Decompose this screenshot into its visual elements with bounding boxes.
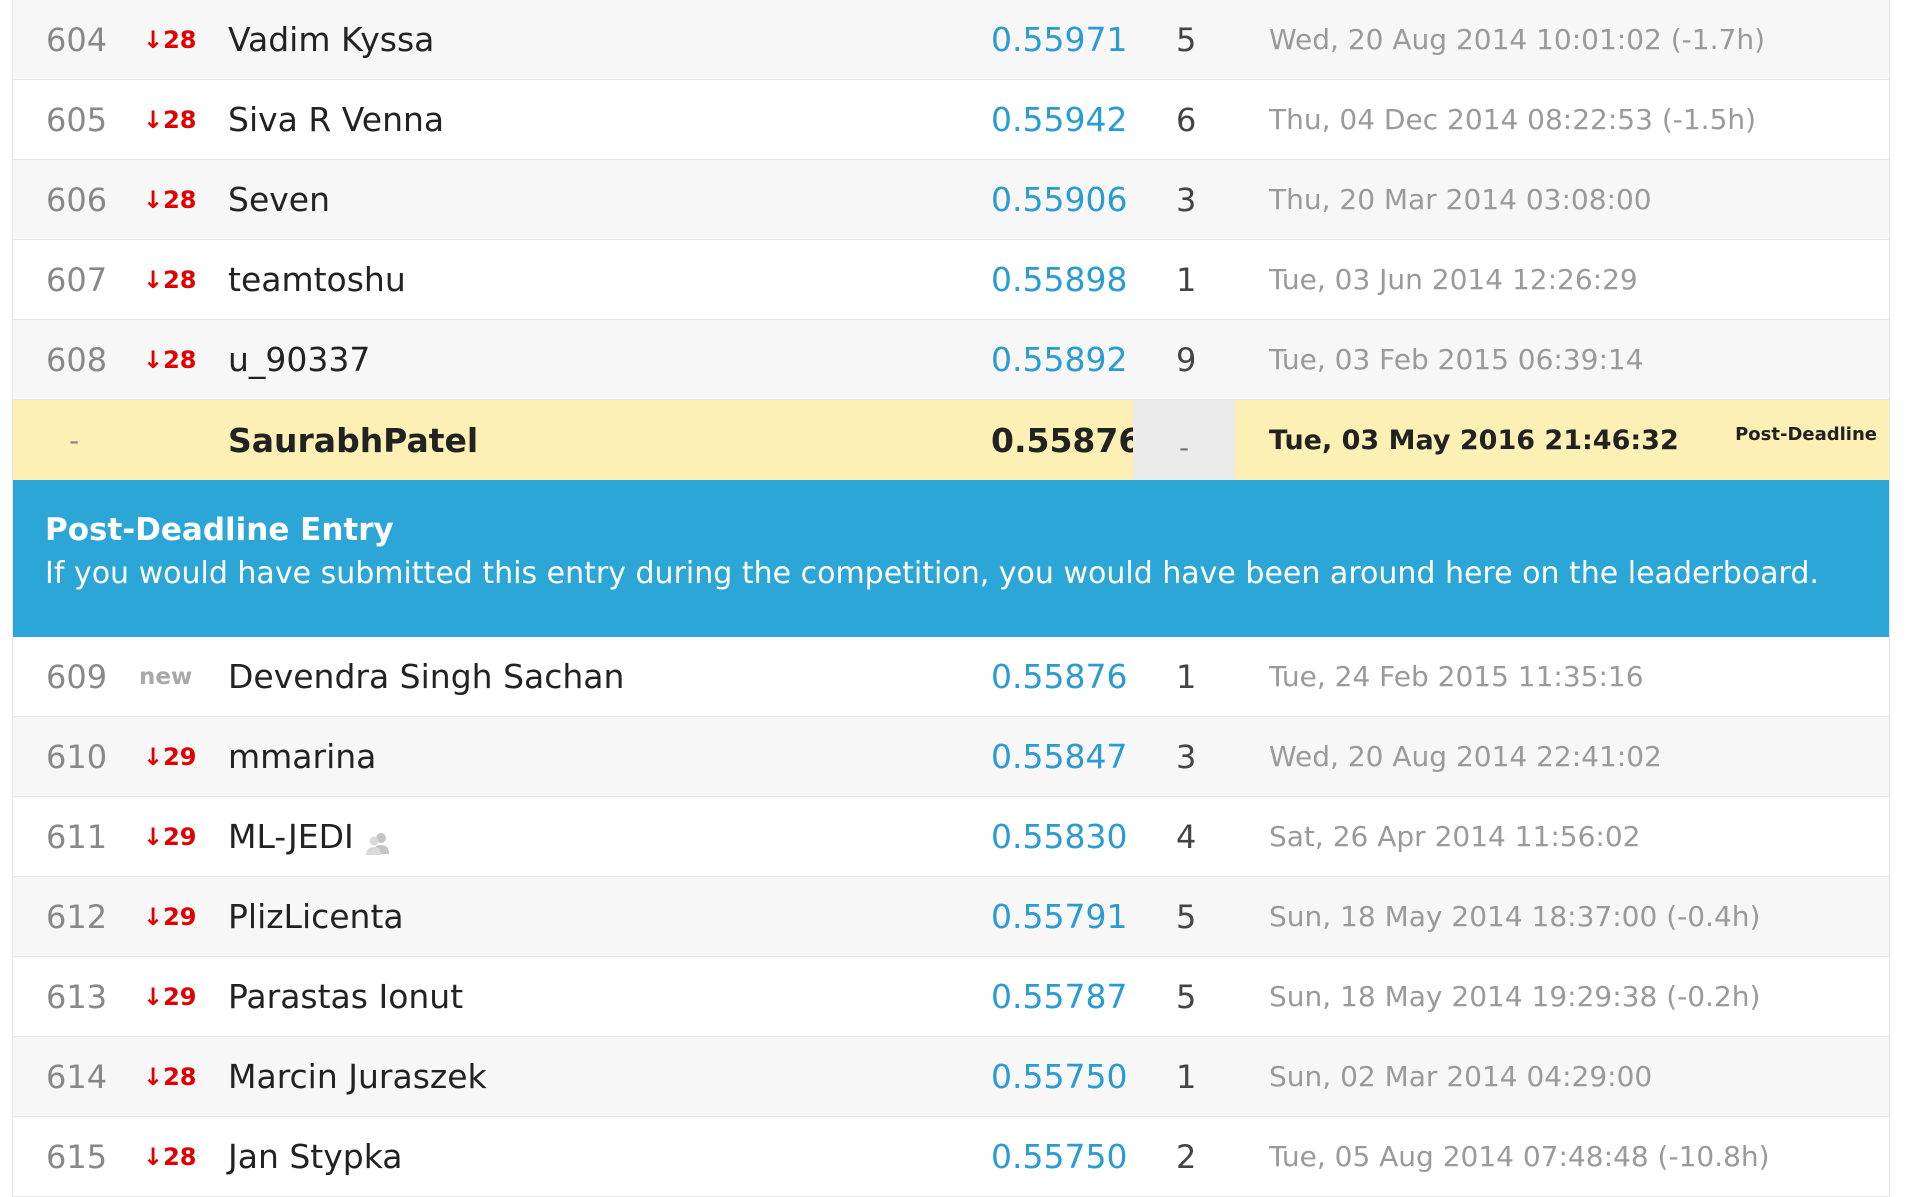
entries-count: 5 bbox=[1176, 20, 1197, 59]
post-deadline-banner: Post-Deadline Entry If you would have su… bbox=[13, 480, 1889, 637]
post-deadline-badge: Post-Deadline bbox=[1735, 424, 1877, 445]
rank: 612 bbox=[46, 897, 108, 936]
score-link[interactable]: 0.55906 bbox=[991, 160, 1127, 239]
leaderboard-row: 605 ↓28 Siva R Venna 0.55942 6 Thu, 04 D… bbox=[13, 80, 1889, 160]
last-submission: Wed, 20 Aug 2014 22:41:02 bbox=[1269, 740, 1662, 773]
score-link[interactable]: 0.55847 bbox=[991, 717, 1127, 796]
leaderboard-row: 607 ↓28 teamtoshu 0.55898 1 Tue, 03 Jun … bbox=[13, 240, 1889, 320]
rank: 614 bbox=[46, 1057, 108, 1096]
last-submission: Tue, 03 May 2016 21:46:32 bbox=[1269, 424, 1679, 456]
score-link[interactable]: 0.55791 bbox=[991, 877, 1127, 956]
team-name-link[interactable]: Siva R Venna bbox=[228, 80, 444, 159]
last-submission: Tue, 24 Feb 2015 11:35:16 bbox=[1269, 660, 1644, 693]
rank-change: ↓29 bbox=[143, 822, 197, 851]
last-submission: Wed, 20 Aug 2014 10:01:02 (-1.7h) bbox=[1269, 23, 1765, 56]
entries-count: 1 bbox=[1176, 1057, 1197, 1096]
entries-count: 5 bbox=[1176, 897, 1197, 936]
last-submission: Thu, 04 Dec 2014 08:22:53 (-1.5h) bbox=[1269, 103, 1757, 136]
score-link[interactable]: 0.55750 bbox=[991, 1037, 1127, 1116]
entries-count: 3 bbox=[1176, 180, 1197, 219]
banner-title: Post-Deadline Entry bbox=[45, 512, 394, 548]
rank-change: ↓29 bbox=[143, 902, 197, 931]
banner-text: If you would have submitted this entry d… bbox=[45, 556, 1819, 591]
my-score: 0.55876 bbox=[991, 420, 1142, 460]
last-submission: Sun, 18 May 2014 19:29:38 (-0.2h) bbox=[1269, 980, 1761, 1013]
leaderboard-row: 606 ↓28 Seven 0.55906 3 Thu, 20 Mar 2014… bbox=[13, 160, 1889, 240]
entries-count: 3 bbox=[1176, 737, 1197, 776]
rank-change: ↓28 bbox=[143, 105, 197, 134]
entries-count: 1 bbox=[1176, 260, 1197, 299]
team-name-link[interactable]: PlizLicenta bbox=[228, 877, 404, 956]
team-name-link[interactable]: teamtoshu bbox=[228, 240, 406, 319]
leaderboard-row: 612 ↓29 PlizLicenta 0.55791 5 Sun, 18 Ma… bbox=[13, 877, 1889, 957]
team-name-cell: ML-JEDI bbox=[228, 797, 394, 876]
leaderboard-row: 615 ↓28 Jan Stypka 0.55750 2 Tue, 05 Aug… bbox=[13, 1117, 1889, 1197]
leaderboard-row: 604 ↓28 Vadim Kyssa 0.55971 5 Wed, 20 Au… bbox=[13, 0, 1889, 80]
my-entry-row: - SaurabhPatel 0.55876 - Tue, 03 May 201… bbox=[13, 400, 1889, 480]
last-submission: Sat, 26 Apr 2014 11:56:02 bbox=[1269, 820, 1641, 853]
team-name-link[interactable]: Devendra Singh Sachan bbox=[228, 637, 624, 716]
team-name-link[interactable]: Vadim Kyssa bbox=[228, 0, 434, 79]
rank-change: ↓28 bbox=[143, 1142, 197, 1171]
team-members-icon bbox=[364, 825, 394, 855]
rank-change: ↓28 bbox=[143, 25, 197, 54]
rank-change: ↓28 bbox=[143, 345, 197, 374]
score-link[interactable]: 0.55787 bbox=[991, 957, 1127, 1036]
team-name-link[interactable]: Seven bbox=[228, 160, 330, 239]
rank-change: ↓28 bbox=[143, 1062, 197, 1091]
rank: - bbox=[69, 423, 80, 457]
last-submission: Sun, 18 May 2014 18:37:00 (-0.4h) bbox=[1269, 900, 1761, 933]
rank-change: ↓28 bbox=[143, 265, 197, 294]
entries-count: 2 bbox=[1176, 1137, 1197, 1176]
score-link[interactable]: 0.55942 bbox=[991, 80, 1127, 159]
rank: 607 bbox=[46, 260, 108, 299]
leaderboard-row: 611 ↓29 ML-JEDI 0.55830 4 Sat, 26 Apr 20… bbox=[13, 797, 1889, 877]
score-link[interactable]: 0.55892 bbox=[991, 320, 1127, 399]
last-submission: Sun, 02 Mar 2014 04:29:00 bbox=[1269, 1060, 1653, 1093]
score-link[interactable]: 0.55750 bbox=[991, 1117, 1127, 1196]
rank-change: new bbox=[139, 663, 193, 690]
team-name-link[interactable]: Parastas Ionut bbox=[228, 957, 463, 1036]
team-name-link[interactable]: Marcin Juraszek bbox=[228, 1037, 487, 1116]
rank: 608 bbox=[46, 340, 108, 379]
rank: 605 bbox=[46, 100, 108, 139]
rank: 609 bbox=[46, 657, 108, 696]
entries-count: 9 bbox=[1176, 340, 1197, 379]
score-link[interactable]: 0.55830 bbox=[991, 797, 1127, 876]
entries-count: 5 bbox=[1176, 977, 1197, 1016]
leaderboard-row: 609 new Devendra Singh Sachan 0.55876 1 … bbox=[13, 637, 1889, 717]
entries-count: - bbox=[1133, 400, 1235, 480]
rank: 611 bbox=[46, 817, 108, 856]
my-team-name[interactable]: SaurabhPatel bbox=[228, 400, 478, 480]
team-name-link[interactable]: Jan Stypka bbox=[228, 1117, 402, 1196]
rank-change: ↓29 bbox=[143, 742, 197, 771]
leaderboard-row: 614 ↓28 Marcin Juraszek 0.55750 1 Sun, 0… bbox=[13, 1037, 1889, 1117]
rank: 615 bbox=[46, 1137, 108, 1176]
team-name-link[interactable]: mmarina bbox=[228, 717, 376, 796]
entries-count: 4 bbox=[1176, 817, 1197, 856]
leaderboard-row: 610 ↓29 mmarina 0.55847 3 Wed, 20 Aug 20… bbox=[13, 717, 1889, 797]
score-link[interactable]: 0.55971 bbox=[991, 0, 1127, 79]
rank-change: ↓28 bbox=[143, 185, 197, 214]
entries-count: 1 bbox=[1176, 657, 1197, 696]
score-link[interactable]: 0.55876 bbox=[991, 637, 1127, 716]
leaderboard: 604 ↓28 Vadim Kyssa 0.55971 5 Wed, 20 Au… bbox=[12, 0, 1890, 1197]
last-submission: Tue, 03 Jun 2014 12:26:29 bbox=[1269, 263, 1638, 296]
leaderboard-row: 613 ↓29 Parastas Ionut 0.55787 5 Sun, 18… bbox=[13, 957, 1889, 1037]
leaderboard-row: 608 ↓28 u_90337 0.55892 9 Tue, 03 Feb 20… bbox=[13, 320, 1889, 400]
rank: 604 bbox=[46, 20, 108, 59]
score-link[interactable]: 0.55898 bbox=[991, 240, 1127, 319]
rank-change: ↓29 bbox=[143, 982, 197, 1011]
rank: 610 bbox=[46, 737, 108, 776]
entries-count: 6 bbox=[1176, 100, 1197, 139]
rank: 613 bbox=[46, 977, 108, 1016]
rank: 606 bbox=[46, 180, 108, 219]
last-submission: Tue, 03 Feb 2015 06:39:14 bbox=[1269, 343, 1644, 376]
team-name-link[interactable]: u_90337 bbox=[228, 320, 370, 399]
last-submission: Tue, 05 Aug 2014 07:48:48 (-10.8h) bbox=[1269, 1140, 1770, 1173]
last-submission: Thu, 20 Mar 2014 03:08:00 bbox=[1269, 183, 1652, 216]
team-name-link[interactable]: ML-JEDI bbox=[228, 817, 354, 856]
